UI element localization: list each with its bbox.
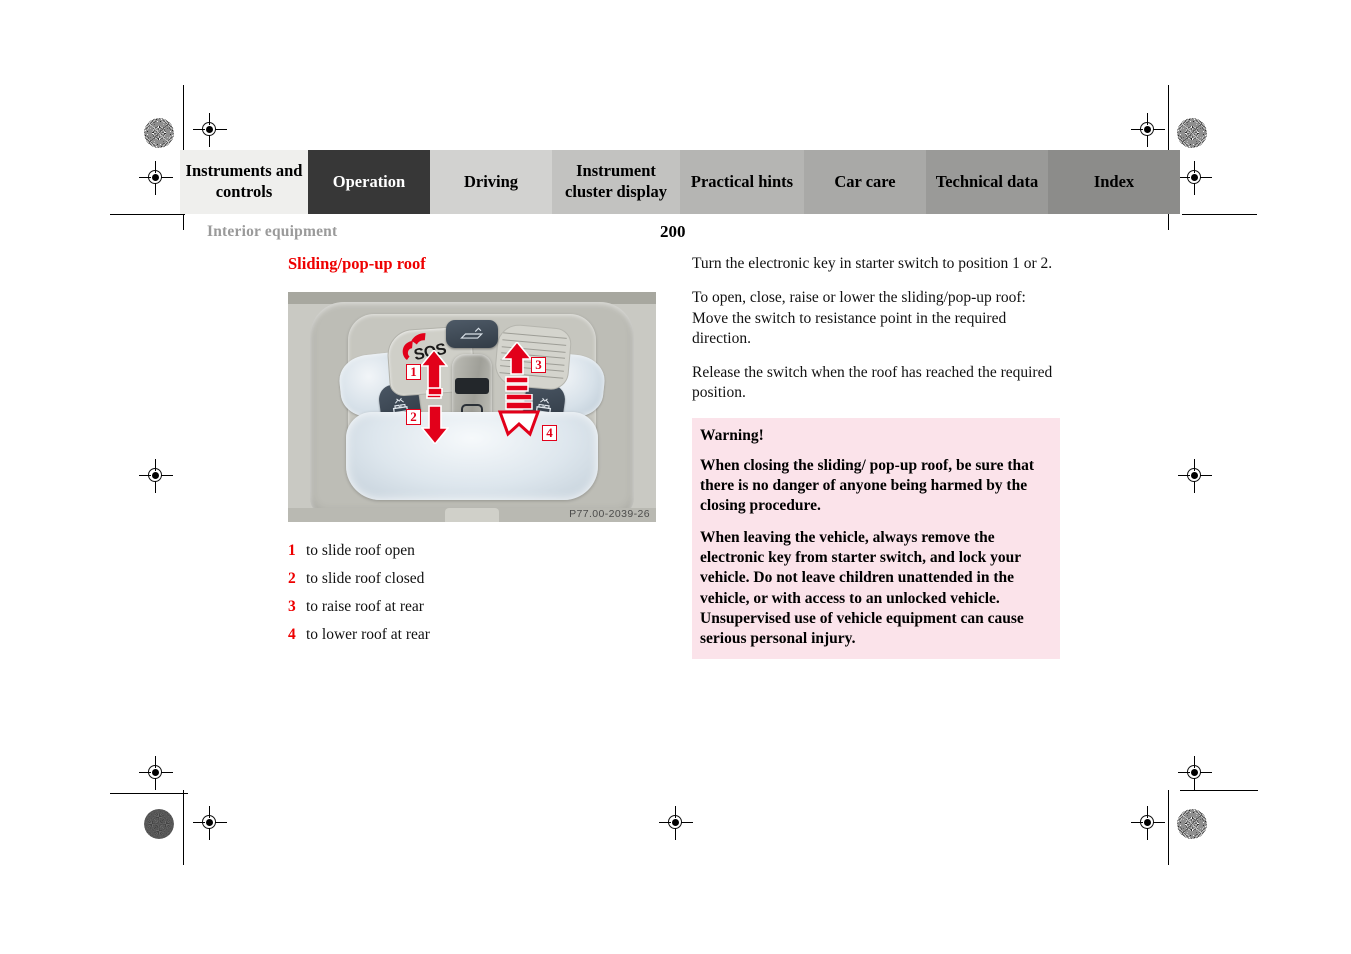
- warning-box: Warning! When closing the sliding/ pop-u…: [692, 417, 1060, 660]
- registration-mark-top-right: [1131, 113, 1165, 147]
- crop-line-bottom-left: [110, 793, 188, 794]
- legend-text: to slide roof closed: [306, 570, 425, 587]
- tab-instruments-and-controls[interactable]: Instruments and controls: [180, 150, 308, 214]
- body-paragraph-1: Turn the electronic key in starter switc…: [692, 255, 1053, 272]
- list-item: 4 to lower roof at rear: [288, 626, 656, 644]
- figure-legend-list: 1 to slide roof open 2 to slide roof clo…: [288, 542, 656, 644]
- legend-text: to slide roof open: [306, 542, 415, 559]
- list-item: 2 to slide roof closed: [288, 570, 656, 588]
- registration-mark-right-upper: [1178, 161, 1212, 195]
- warning-paragraph-2: When leaving the vehicle, always remove …: [700, 529, 1024, 647]
- tab-technical-data[interactable]: Technical data: [926, 150, 1048, 214]
- legend-text: to raise roof at rear: [306, 598, 424, 615]
- tab-label: Practical hints: [690, 171, 794, 191]
- color-density-target-bottom-right: [1177, 809, 1207, 839]
- crop-line-top-left: [110, 214, 185, 215]
- figure-callout-2: 2: [406, 409, 421, 425]
- tab-index[interactable]: Index: [1048, 150, 1180, 214]
- callout-arrow-2-down: [420, 387, 450, 448]
- garage-door-opener-button-icon: [446, 320, 498, 348]
- registration-mark-top-left: [193, 113, 227, 147]
- tab-car-care[interactable]: Car care: [804, 150, 926, 214]
- tab-label: Technical data: [935, 171, 1039, 191]
- crop-line-left-outer-bottom: [183, 790, 184, 865]
- body-paragraph-3: Release the switch when the roof has rea…: [692, 364, 1053, 402]
- figure-callout-1: 1: [406, 364, 421, 380]
- tab-label: Driving: [463, 171, 519, 191]
- crop-line-top-right: [1182, 214, 1257, 215]
- callout-arrow-3-up: [501, 340, 533, 402]
- registration-mark-bottom-left: [193, 806, 227, 840]
- tab-driving[interactable]: Driving: [430, 150, 552, 214]
- running-head: Interior equipment: [207, 223, 338, 240]
- legend-number: 1: [288, 542, 296, 559]
- registration-mark-right-lower: [1178, 756, 1212, 790]
- legend-number: 2: [288, 570, 296, 587]
- crop-line-right-outer-bottom: [1168, 790, 1169, 865]
- overhead-console-illustration: SOS 1 2 3 4 P77.00-2039-26: [288, 292, 656, 522]
- tab-practical-hints[interactable]: Practical hints: [680, 150, 804, 214]
- color-density-target-top-right: [1177, 118, 1207, 148]
- left-column: Sliding/pop-up roof SOS 1 2 3 4 P77.00-2…: [288, 254, 656, 654]
- crop-line-bottom-right: [1180, 790, 1258, 791]
- body-paragraph-2: To open, close, raise or lower the slidi…: [692, 289, 1026, 347]
- registration-mark-bottom-right: [1131, 806, 1165, 840]
- console-bottom-tab: [445, 508, 499, 522]
- chapter-tab-bar: Instruments and controls Operation Drivi…: [180, 150, 1180, 214]
- legend-number: 3: [288, 598, 296, 615]
- figure-callout-3: 3: [531, 357, 546, 373]
- list-item: 1 to slide roof open: [288, 542, 656, 560]
- legend-text: to lower roof at rear: [306, 626, 430, 643]
- tab-operation[interactable]: Operation: [308, 150, 430, 214]
- registration-mark-bottom-center: [659, 806, 693, 840]
- figure-callout-4: 4: [542, 425, 557, 441]
- tab-label: Car care: [834, 171, 896, 191]
- registration-mark-left-lower: [139, 756, 173, 790]
- warning-paragraph-1: When closing the sliding/ pop-up roof, b…: [700, 456, 1035, 515]
- dome-lamp-lens: [346, 412, 598, 500]
- page-number: 200: [660, 222, 686, 241]
- switch-slot: [455, 378, 489, 394]
- section-title: Sliding/pop-up roof: [288, 254, 426, 273]
- tab-label: Instrument cluster display: [565, 161, 667, 201]
- registration-mark-left-middle: [139, 459, 173, 493]
- registration-mark-right-middle: [1178, 459, 1212, 493]
- list-item: 3 to raise roof at rear: [288, 598, 656, 616]
- tab-instrument-cluster-display[interactable]: Instrument cluster display: [552, 150, 680, 214]
- warning-title: Warning!: [700, 426, 764, 444]
- figure-code: P77.00-2039-26: [569, 508, 650, 520]
- callout-arrow-4-down: [490, 393, 548, 446]
- color-density-target-bottom-left: [144, 809, 174, 839]
- tab-label: Instruments and controls: [185, 161, 303, 201]
- registration-mark-left-upper: [139, 161, 173, 195]
- tab-label: Index: [1093, 171, 1135, 191]
- right-column: Turn the electronic key in starter switc…: [692, 254, 1060, 660]
- color-density-target-top-left: [144, 118, 174, 148]
- tab-label: Operation: [332, 171, 406, 191]
- legend-number: 4: [288, 626, 296, 643]
